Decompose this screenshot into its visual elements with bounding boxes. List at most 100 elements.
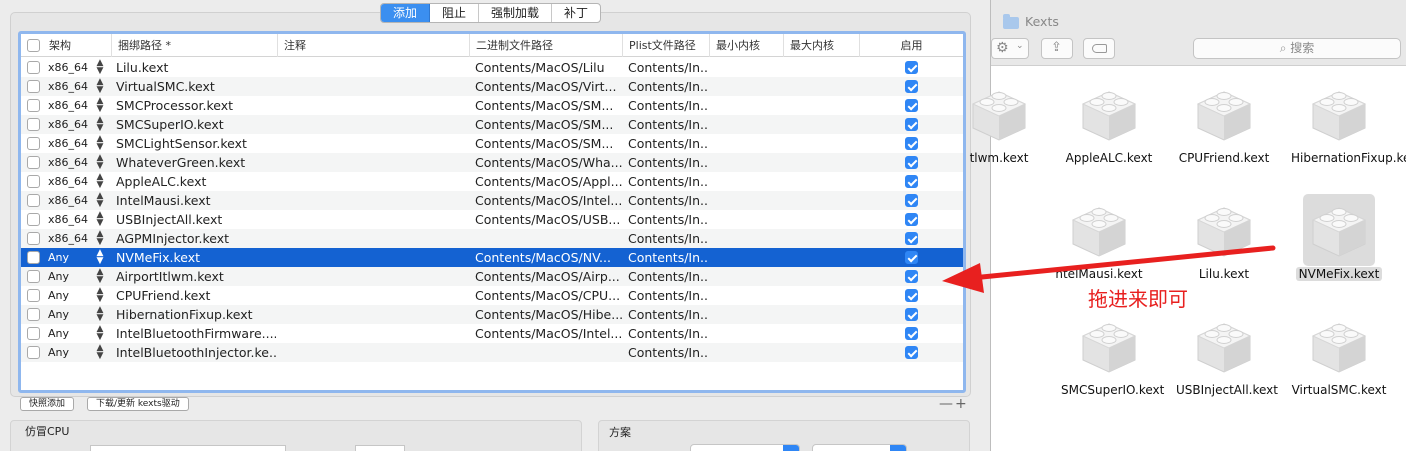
plist-path-value[interactable]: Contents/In... <box>628 153 708 172</box>
col-min-kernel[interactable]: 最小内核 <box>709 34 783 57</box>
table-row[interactable]: x86_64 ▲ ▼ Lilu.kext Contents/MacOS/Lilu Cont… <box>21 58 963 77</box>
arch-stepper-icon[interactable]: ▲ ▼ <box>95 287 105 304</box>
binary-path-value[interactable] <box>475 343 623 362</box>
tab-patch[interactable]: 补丁 <box>552 4 600 22</box>
col-max-kernel[interactable]: 最大内核 <box>783 34 859 57</box>
table-row[interactable]: x86_64 ▲ ▼ SMCProcessor.kext Contents/MacOS/… <box>21 96 963 115</box>
bundle-path-value[interactable]: SMCSuperIO.kext <box>116 115 276 134</box>
bundle-path-value[interactable]: Lilu.kext <box>116 58 276 77</box>
col-plist-path[interactable]: Plist文件路径 <box>622 34 709 57</box>
row-select-checkbox[interactable] <box>27 175 40 188</box>
arch-stepper-icon[interactable]: ▲ ▼ <box>95 344 105 361</box>
col-binary-path[interactable]: 二进制文件路径 <box>469 34 622 57</box>
cpuid-input[interactable] <box>90 445 286 451</box>
scheme-popup-1[interactable] <box>690 444 800 451</box>
bundle-path-value[interactable]: NVMeFix.kext <box>116 248 276 267</box>
row-select-checkbox[interactable] <box>27 80 40 93</box>
bundle-path-value[interactable]: AppleALC.kext <box>116 172 276 191</box>
col-enabled[interactable]: 启用 <box>859 34 963 57</box>
enabled-checkbox[interactable] <box>905 137 918 150</box>
bundle-path-value[interactable]: IntelMausi.kext <box>116 191 276 210</box>
plist-path-value[interactable]: Contents/In... <box>628 115 708 134</box>
kext-file-item[interactable]: tlwm.kext <box>951 78 1047 166</box>
arch-stepper-icon[interactable]: ▲ ▼ <box>95 78 105 95</box>
mask-input[interactable] <box>355 445 405 451</box>
plist-path-value[interactable]: Contents/In... <box>628 172 708 191</box>
tag-button[interactable] <box>1083 38 1115 59</box>
plist-path-value[interactable]: Contents/In... <box>628 267 708 286</box>
enabled-checkbox[interactable] <box>905 80 918 93</box>
arch-stepper-icon[interactable]: ▲ ▼ <box>95 306 105 323</box>
table-row[interactable]: x86_64 ▲ ▼ SMCLightSensor.kext Contents/MacO… <box>21 134 963 153</box>
kext-file-item[interactable]: VirtualSMC.kext <box>1291 310 1387 398</box>
enabled-checkbox[interactable] <box>905 194 918 207</box>
gear-action-button[interactable]: ⚙ ⌄ <box>991 38 1029 59</box>
select-all-checkbox[interactable] <box>27 39 40 52</box>
enabled-checkbox[interactable] <box>905 232 918 245</box>
row-select-checkbox[interactable] <box>27 61 40 74</box>
table-row[interactable]: Any ▲ ▼ IntelBluetoothFirmware.... Contents/… <box>21 324 963 343</box>
kext-file-item[interactable]: AppleALC.kext <box>1061 78 1157 166</box>
binary-path-value[interactable]: Contents/MacOS/Hibe... <box>475 305 623 324</box>
share-button[interactable]: ⇪ <box>1041 38 1073 59</box>
enabled-checkbox[interactable] <box>905 99 918 112</box>
enabled-checkbox[interactable] <box>905 270 918 283</box>
plist-path-value[interactable]: Contents/In... <box>628 134 708 153</box>
table-row[interactable]: Any ▲ ▼ AirportItlwm.kext Contents/MacOS/Air… <box>21 267 963 286</box>
plist-path-value[interactable]: Contents/In... <box>628 248 708 267</box>
tab-force[interactable]: 强制加载 <box>479 4 553 22</box>
table-row[interactable]: x86_64 ▲ ▼ SMCSuperIO.kext Contents/MacOS/SM… <box>21 115 963 134</box>
binary-path-value[interactable]: Contents/MacOS/Airp... <box>475 267 623 286</box>
enabled-checkbox[interactable] <box>905 213 918 226</box>
add-remove-buttons[interactable]: —+ <box>939 396 969 412</box>
arch-stepper-icon[interactable]: ▲ ▼ <box>95 116 105 133</box>
plist-path-value[interactable]: Contents/In... <box>628 77 708 96</box>
scheme-popup-2[interactable] <box>812 444 907 451</box>
arch-stepper-icon[interactable]: ▲ ▼ <box>95 135 105 152</box>
tab-block[interactable]: 阻止 <box>430 4 480 22</box>
bundle-path-value[interactable]: CPUFriend.kext <box>116 286 276 305</box>
bundle-path-value[interactable]: IntelBluetoothInjector.ke... <box>116 343 276 362</box>
bundle-path-value[interactable]: VirtualSMC.kext <box>116 77 276 96</box>
row-select-checkbox[interactable] <box>27 251 40 264</box>
plist-path-value[interactable]: Contents/In... <box>628 191 708 210</box>
kext-file-item[interactable]: NVMeFix.kext <box>1291 194 1387 282</box>
row-select-checkbox[interactable] <box>27 308 40 321</box>
arch-stepper-icon[interactable]: ▲ ▼ <box>95 268 105 285</box>
arch-stepper-icon[interactable]: ▲ ▼ <box>95 230 105 247</box>
plist-path-value[interactable]: Contents/In... <box>628 58 708 77</box>
arch-stepper-icon[interactable]: ▲ ▼ <box>95 249 105 266</box>
table-row[interactable]: Any ▲ ▼ NVMeFix.kext Contents/MacOS/NV... Con… <box>21 248 963 267</box>
enabled-checkbox[interactable] <box>905 156 918 169</box>
enabled-checkbox[interactable] <box>905 346 918 359</box>
binary-path-value[interactable]: Contents/MacOS/SM... <box>475 96 623 115</box>
col-comment[interactable]: 注释 <box>277 34 469 57</box>
binary-path-value[interactable]: Contents/MacOS/Wha... <box>475 153 623 172</box>
arch-stepper-icon[interactable]: ▲ ▼ <box>95 154 105 171</box>
plist-path-value[interactable]: Contents/In... <box>628 343 708 362</box>
row-select-checkbox[interactable] <box>27 194 40 207</box>
quick-add-button[interactable]: 快照添加 <box>20 397 75 411</box>
arch-stepper-icon[interactable]: ▲ ▼ <box>95 97 105 114</box>
table-row[interactable]: x86_64 ▲ ▼ WhateverGreen.kext Contents/MacOS… <box>21 153 963 172</box>
table-row[interactable]: x86_64 ▲ ▼ AGPMInjector.kext Contents/In... <box>21 229 963 248</box>
col-bundle-path[interactable]: 捆绑路径 * <box>111 34 277 57</box>
bundle-path-value[interactable]: HibernationFixup.kext <box>116 305 276 324</box>
table-row[interactable]: Any ▲ ▼ IntelBluetoothInjector.ke... Content… <box>21 343 963 362</box>
plist-path-value[interactable]: Contents/In... <box>628 229 708 248</box>
arch-stepper-icon[interactable]: ▲ ▼ <box>95 211 105 228</box>
binary-path-value[interactable] <box>475 229 623 248</box>
binary-path-value[interactable]: Contents/MacOS/Virt... <box>475 77 623 96</box>
table-row[interactable]: x86_64 ▲ ▼ USBInjectAll.kext Contents/MacOS/… <box>21 210 963 229</box>
download-kexts-button[interactable]: 下载/更新 kexts驱动 <box>87 397 189 411</box>
enabled-checkbox[interactable] <box>905 251 918 264</box>
binary-path-value[interactable]: Contents/MacOS/Lilu <box>475 58 623 77</box>
table-row[interactable]: x86_64 ▲ ▼ VirtualSMC.kext Contents/MacOS/Vi… <box>21 77 963 96</box>
binary-path-value[interactable]: Contents/MacOS/NV... <box>475 248 623 267</box>
plist-path-value[interactable]: Contents/In... <box>628 210 708 229</box>
row-select-checkbox[interactable] <box>27 346 40 359</box>
enabled-checkbox[interactable] <box>905 327 918 340</box>
arch-stepper-icon[interactable]: ▲ ▼ <box>95 192 105 209</box>
binary-path-value[interactable]: Contents/MacOS/USB... <box>475 210 623 229</box>
bundle-path-value[interactable]: WhateverGreen.kext <box>116 153 276 172</box>
